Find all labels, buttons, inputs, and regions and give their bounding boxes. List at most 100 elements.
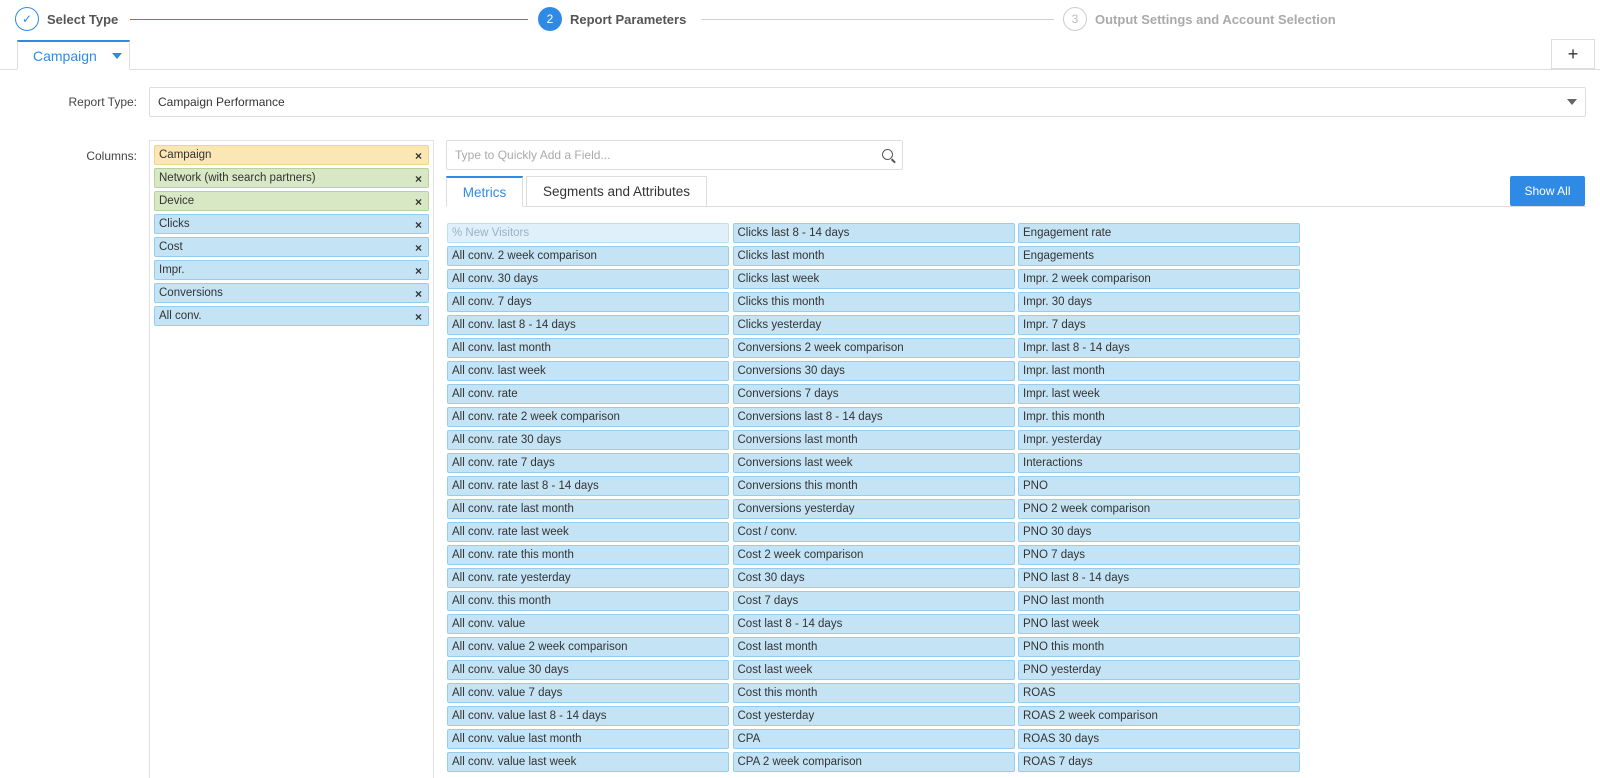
- remove-icon[interactable]: ×: [415, 149, 422, 163]
- metric-field-item[interactable]: ROAS: [1018, 683, 1300, 703]
- metric-field-item[interactable]: Conversions last month: [732, 430, 1015, 450]
- metric-field-item[interactable]: Conversions last week: [732, 453, 1015, 473]
- metric-field-item[interactable]: ROAS 30 days: [1018, 729, 1300, 749]
- metric-field-item[interactable]: Cost 2 week comparison: [732, 545, 1015, 565]
- metric-field-item[interactable]: Impr. yesterday: [1018, 430, 1300, 450]
- report-type-select[interactable]: Campaign Performance: [149, 87, 1586, 117]
- metric-field-item[interactable]: Conversions last 8 - 14 days: [732, 407, 1015, 427]
- metric-field-item[interactable]: PNO last month: [1018, 591, 1300, 611]
- metric-field-item[interactable]: Engagement rate: [1018, 223, 1300, 243]
- metric-field-item[interactable]: Impr. this month: [1018, 407, 1300, 427]
- metric-field-item[interactable]: Cost / conv.: [732, 522, 1015, 542]
- metric-field-item[interactable]: All conv. rate last month: [447, 499, 729, 519]
- metric-field-item[interactable]: All conv. rate: [447, 384, 729, 404]
- metric-field-item[interactable]: Cost last month: [732, 637, 1015, 657]
- metric-field-item[interactable]: Clicks last week: [732, 269, 1015, 289]
- metric-field-item[interactable]: All conv. last month: [447, 338, 729, 358]
- metric-field-item[interactable]: Impr. last 8 - 14 days: [1018, 338, 1300, 358]
- metric-field-item[interactable]: PNO this month: [1018, 637, 1300, 657]
- step-report-parameters[interactable]: 2 Report Parameters: [538, 7, 686, 31]
- metric-field-item[interactable]: All conv. rate 30 days: [447, 430, 729, 450]
- metric-field-item[interactable]: % New Visitors: [447, 223, 729, 243]
- metric-field-item[interactable]: PNO last 8 - 14 days: [1018, 568, 1300, 588]
- remove-icon[interactable]: ×: [415, 218, 422, 232]
- remove-icon[interactable]: ×: [415, 264, 422, 278]
- metric-field-item[interactable]: Conversions 30 days: [732, 361, 1015, 381]
- caret-down-icon[interactable]: [111, 52, 122, 59]
- metric-field-item[interactable]: Interactions: [1018, 453, 1300, 473]
- metric-field-item[interactable]: All conv. value last 8 - 14 days: [447, 706, 729, 726]
- remove-icon[interactable]: ×: [415, 172, 422, 186]
- selected-column-chip[interactable]: Device ×: [154, 191, 429, 211]
- metric-field-item[interactable]: Conversions 2 week comparison: [732, 338, 1015, 358]
- metric-field-item[interactable]: Clicks yesterday: [732, 315, 1015, 335]
- metric-field-item[interactable]: Impr. last week: [1018, 384, 1300, 404]
- step-output-settings[interactable]: 3 Output Settings and Account Selection: [1063, 7, 1336, 31]
- selected-column-chip[interactable]: Impr. ×: [154, 260, 429, 280]
- metric-field-item[interactable]: All conv. 30 days: [447, 269, 729, 289]
- metric-field-item[interactable]: ROAS 7 days: [1018, 752, 1300, 772]
- metric-field-item[interactable]: Impr. last month: [1018, 361, 1300, 381]
- show-all-button[interactable]: Show All: [1510, 176, 1585, 206]
- remove-icon[interactable]: ×: [415, 287, 422, 301]
- metric-field-item[interactable]: Cost this month: [732, 683, 1015, 703]
- metric-field-item[interactable]: Impr. 30 days: [1018, 292, 1300, 312]
- metric-field-item[interactable]: Cost last 8 - 14 days: [732, 614, 1015, 634]
- metric-field-item[interactable]: CPA 2 week comparison: [732, 752, 1015, 772]
- metric-field-item[interactable]: Cost 30 days: [732, 568, 1015, 588]
- remove-icon[interactable]: ×: [415, 195, 422, 209]
- selected-column-chip[interactable]: Cost ×: [154, 237, 429, 257]
- metric-field-item[interactable]: All conv. rate last 8 - 14 days: [447, 476, 729, 496]
- metric-field-item[interactable]: Conversions 7 days: [732, 384, 1015, 404]
- metric-field-item[interactable]: All conv. rate last week: [447, 522, 729, 542]
- field-search-input[interactable]: [447, 141, 857, 169]
- tab-campaign[interactable]: Campaign: [17, 40, 130, 70]
- add-tab-button[interactable]: +: [1551, 39, 1595, 69]
- metric-field-item[interactable]: All conv. value 7 days: [447, 683, 729, 703]
- metric-field-item[interactable]: PNO 30 days: [1018, 522, 1300, 542]
- metric-field-item[interactable]: All conv. rate this month: [447, 545, 729, 565]
- metric-field-item[interactable]: Engagements: [1018, 246, 1300, 266]
- tab-metrics[interactable]: Metrics: [446, 176, 523, 207]
- metric-field-item[interactable]: All conv. value last week: [447, 752, 729, 772]
- metric-field-item[interactable]: PNO 7 days: [1018, 545, 1300, 565]
- metric-field-item[interactable]: All conv. value 30 days: [447, 660, 729, 680]
- selected-column-chip[interactable]: Conversions ×: [154, 283, 429, 303]
- metric-field-item[interactable]: PNO 2 week comparison: [1018, 499, 1300, 519]
- selected-column-chip[interactable]: Campaign ×: [154, 145, 429, 165]
- metric-field-item[interactable]: Impr. 2 week comparison: [1018, 269, 1300, 289]
- metric-field-item[interactable]: All conv. value last month: [447, 729, 729, 749]
- selected-column-chip[interactable]: All conv. ×: [154, 306, 429, 326]
- remove-icon[interactable]: ×: [415, 310, 422, 324]
- metric-field-item[interactable]: Cost last week: [732, 660, 1015, 680]
- metric-field-item[interactable]: All conv. rate 7 days: [447, 453, 729, 473]
- metric-field-item[interactable]: Clicks this month: [732, 292, 1015, 312]
- metric-field-item[interactable]: ROAS 2 week comparison: [1018, 706, 1300, 726]
- metric-field-item[interactable]: PNO last week: [1018, 614, 1300, 634]
- step-select-type[interactable]: ✓ Select Type: [15, 7, 118, 31]
- metric-field-item[interactable]: All conv. rate 2 week comparison: [447, 407, 729, 427]
- metric-field-item[interactable]: Cost 7 days: [732, 591, 1015, 611]
- metric-field-item[interactable]: All conv. rate yesterday: [447, 568, 729, 588]
- metric-field-item[interactable]: Clicks last 8 - 14 days: [732, 223, 1015, 243]
- metric-field-item[interactable]: Conversions this month: [732, 476, 1015, 496]
- metric-field-item[interactable]: PNO yesterday: [1018, 660, 1300, 680]
- metric-field-item[interactable]: All conv. this month: [447, 591, 729, 611]
- selected-column-chip[interactable]: Network (with search partners) ×: [154, 168, 429, 188]
- metric-field-item[interactable]: All conv. 7 days: [447, 292, 729, 312]
- metric-field-item[interactable]: Impr. 7 days: [1018, 315, 1300, 335]
- metric-field-item[interactable]: All conv. 2 week comparison: [447, 246, 729, 266]
- metric-field-item[interactable]: All conv. last week: [447, 361, 729, 381]
- selected-column-chip[interactable]: Clicks ×: [154, 214, 429, 234]
- metric-field-item[interactable]: All conv. value: [447, 614, 729, 634]
- metric-field-item[interactable]: All conv. last 8 - 14 days: [447, 315, 729, 335]
- metric-field-item[interactable]: Conversions yesterday: [732, 499, 1015, 519]
- metric-field-item[interactable]: CPA: [732, 729, 1015, 749]
- metric-field-item[interactable]: PNO: [1018, 476, 1300, 496]
- metric-field-item[interactable]: All conv. value 2 week comparison: [447, 637, 729, 657]
- tab-segments-attributes[interactable]: Segments and Attributes: [526, 176, 707, 207]
- remove-icon[interactable]: ×: [415, 241, 422, 255]
- search-icon[interactable]: [882, 149, 893, 160]
- metric-field-item[interactable]: Cost yesterday: [732, 706, 1015, 726]
- metric-field-item[interactable]: Clicks last month: [732, 246, 1015, 266]
